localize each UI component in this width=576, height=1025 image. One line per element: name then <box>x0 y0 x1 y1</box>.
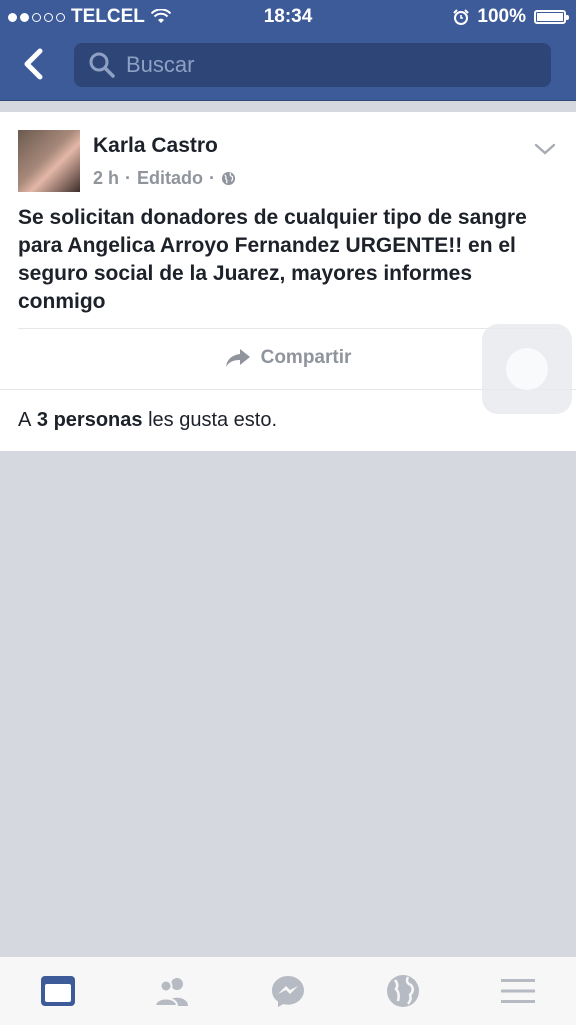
friends-icon <box>153 978 188 1006</box>
divider <box>18 328 558 329</box>
post-time[interactable]: 2 h <box>93 168 119 189</box>
navigation-bar: TELCEL 18:34 100% Buscar <box>0 0 576 101</box>
post-text: Se solicitan donadores de cualquier tipo… <box>18 206 527 313</box>
battery-percent: 100% <box>477 6 526 27</box>
assistive-touch-button[interactable] <box>482 324 572 414</box>
chevron-down-icon[interactable] <box>534 142 556 156</box>
search-placeholder: Buscar <box>126 52 195 77</box>
share-label: Compartir <box>260 347 352 368</box>
avatar[interactable] <box>18 130 80 192</box>
globe-icon <box>387 975 419 1007</box>
search-input[interactable]: Buscar <box>74 43 551 87</box>
tab-menu[interactable] <box>498 973 538 1009</box>
globe-icon <box>221 171 236 186</box>
menu-icon <box>501 979 535 1003</box>
post-meta: 2 h · Editado · <box>93 168 236 189</box>
likes-summary[interactable]: A 3 personas les gusta esto. <box>18 409 277 432</box>
status-bar: TELCEL 18:34 100% <box>0 0 576 32</box>
news-feed-icon <box>41 976 75 1006</box>
author-name[interactable]: Karla Castro <box>93 134 218 158</box>
likes-count: 3 personas <box>36 409 143 431</box>
tab-news-feed[interactable] <box>38 973 78 1009</box>
battery-icon <box>534 10 569 24</box>
alarm-icon <box>453 9 470 25</box>
tab-friend-requests[interactable] <box>152 973 192 1009</box>
back-arrow-icon[interactable] <box>20 48 48 80</box>
tab-bar <box>0 956 576 1025</box>
messenger-icon <box>272 976 304 1007</box>
tab-notifications[interactable] <box>383 973 423 1009</box>
edited-label[interactable]: Editado <box>137 168 203 189</box>
share-arrow-icon <box>225 349 250 367</box>
search-icon <box>89 52 115 78</box>
tab-messenger[interactable] <box>268 973 308 1009</box>
